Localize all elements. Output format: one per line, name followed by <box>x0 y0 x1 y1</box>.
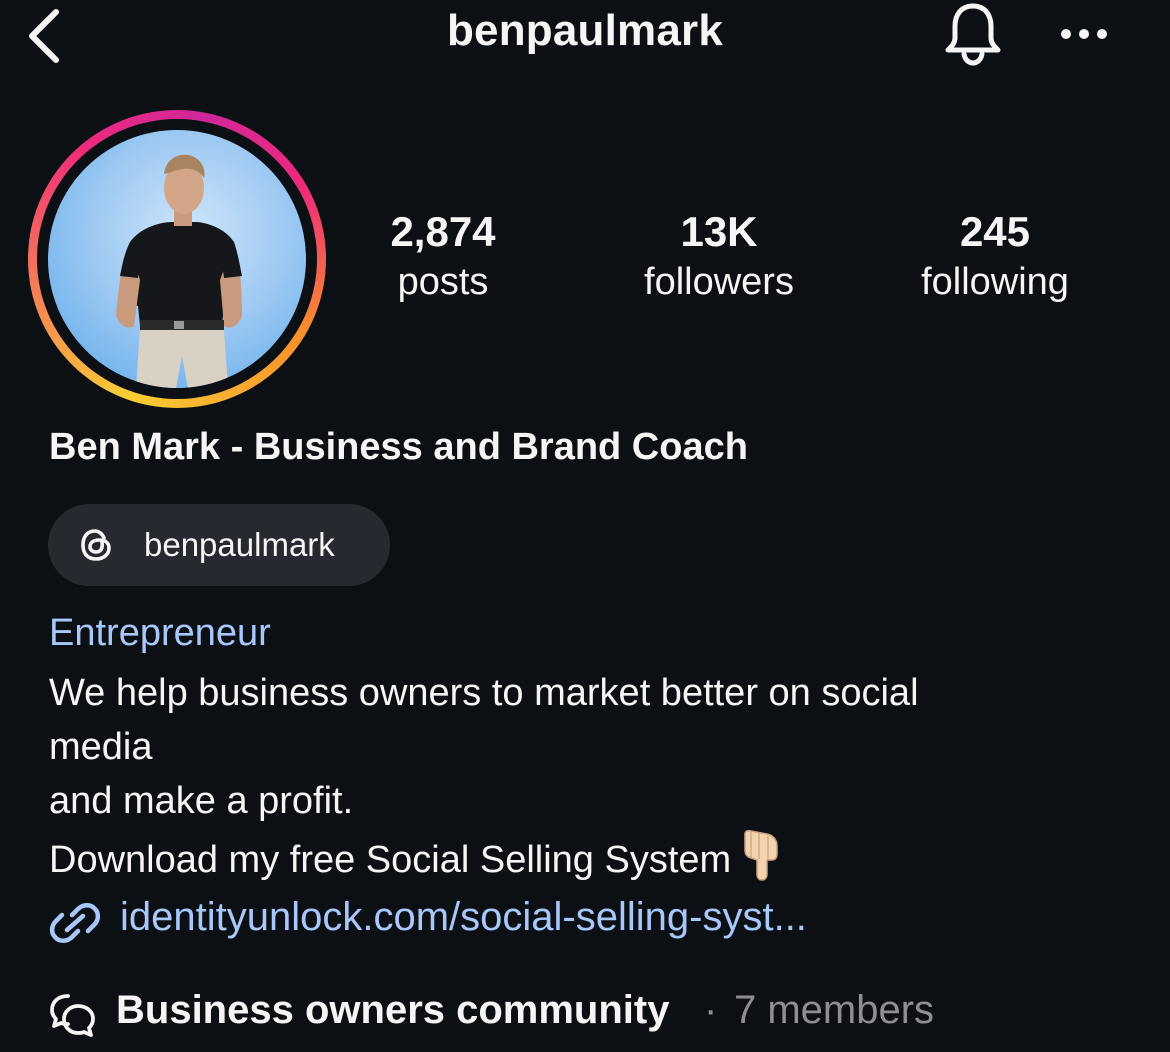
bio-line: We help business owners to market better… <box>49 672 919 714</box>
community-member-count: 7 members <box>734 988 935 1032</box>
more-horizontal-icon <box>1061 29 1107 39</box>
community-row[interactable]: Business owners community · 7 members <box>48 984 1148 1044</box>
community-separator: · <box>704 988 718 1032</box>
bio-line: media <box>49 726 153 768</box>
followers-label: followers <box>644 261 794 303</box>
bell-icon <box>945 3 1001 66</box>
following-stat[interactable]: 245 following <box>885 206 1105 306</box>
more-options-button[interactable] <box>1052 14 1116 54</box>
bio-line: Download my free Social Selling System <box>49 839 732 881</box>
community-name: Business owners community <box>116 988 670 1032</box>
top-bar: benpaulmark <box>0 0 1170 70</box>
chat-bubbles-icon <box>50 994 95 1037</box>
avatar <box>48 130 306 388</box>
bio-line-with-emoji: Download my free Social Selling System <box>49 828 1129 887</box>
profile-category[interactable]: Entrepreneur <box>49 612 271 655</box>
following-label: following <box>921 261 1069 303</box>
following-count: 245 <box>959 208 1031 255</box>
posts-stat[interactable]: 2,874 posts <box>333 206 553 306</box>
threads-profile-button[interactable]: benpaulmark <box>48 504 390 586</box>
bio-line: and make a profit. <box>49 780 354 822</box>
profile-bio: We help business owners to market better… <box>49 666 1129 887</box>
profile-display-name: Ben Mark - Business and Brand Coach <box>49 426 748 468</box>
profile-link-text: identityunlock.com/social-selling-syst..… <box>120 895 807 939</box>
posts-label: posts <box>397 261 489 303</box>
posts-count: 2,874 <box>390 208 496 255</box>
profile-avatar-story-ring[interactable] <box>28 110 326 408</box>
profile-picture <box>116 154 242 388</box>
link-icon <box>49 903 101 943</box>
followers-stat[interactable]: 13K followers <box>609 206 829 306</box>
notifications-button[interactable] <box>940 0 1006 70</box>
backhand-index-pointing-down-icon <box>744 829 778 881</box>
threads-icon <box>81 529 111 561</box>
threads-handle: benpaulmark <box>144 526 335 563</box>
followers-count: 13K <box>680 208 758 255</box>
